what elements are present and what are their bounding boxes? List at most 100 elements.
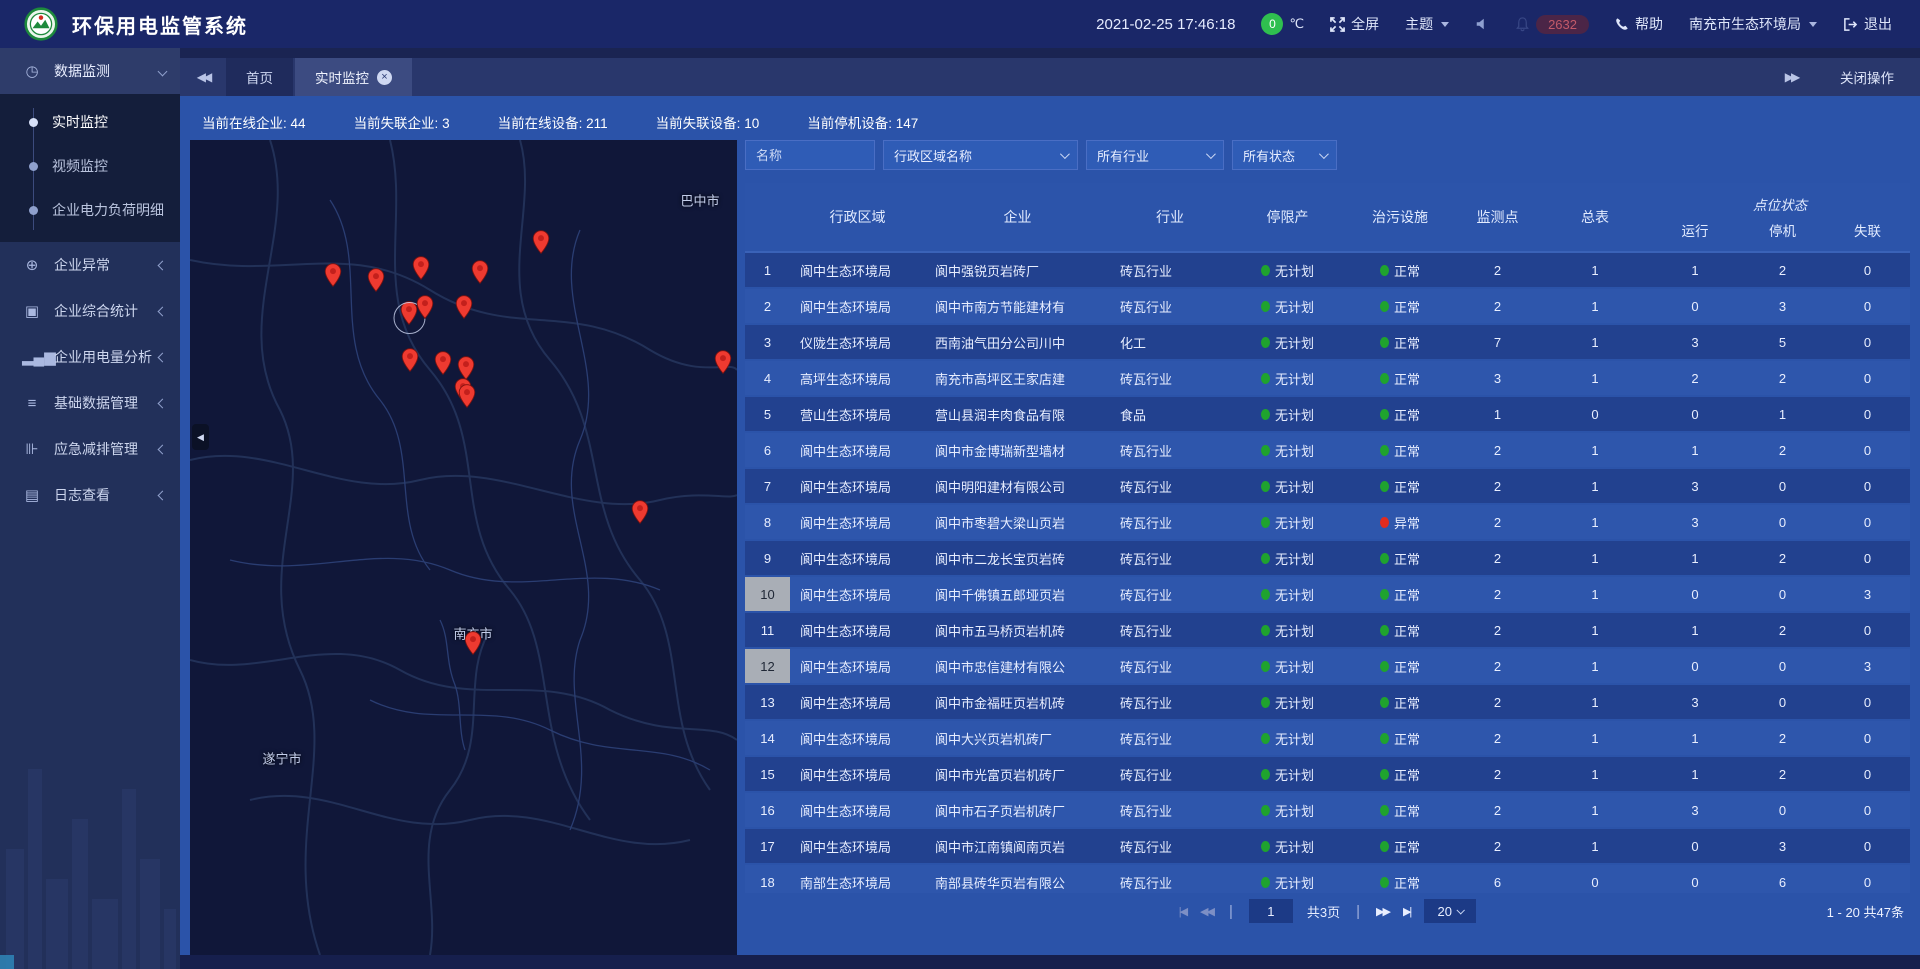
sidebar-item-video-monitor[interactable]: 视频监控 bbox=[0, 144, 180, 188]
map-pin[interactable] bbox=[325, 263, 342, 292]
app-logo-icon bbox=[24, 7, 58, 41]
sidebar-item-realtime-monitor[interactable]: 实时监控 bbox=[0, 100, 180, 144]
prev-page-button[interactable]: ◀◀ bbox=[1200, 905, 1213, 918]
cell-industry: 砖瓦行业 bbox=[1110, 829, 1230, 863]
notification-bell[interactable]: 2632 bbox=[1515, 15, 1589, 34]
table-row[interactable]: 8 阆中生态环境局 阆中市枣碧大梁山页岩 砖瓦行业 无计划 异常 2 1 3 0… bbox=[745, 505, 1910, 539]
tab-realtime-monitor[interactable]: 实时监控 × bbox=[295, 58, 412, 96]
facility-status-dot bbox=[1380, 805, 1389, 816]
tab-home[interactable]: 首页 bbox=[226, 58, 293, 96]
sidebar-item-data-monitor[interactable]: ◷ 数据监测 bbox=[0, 48, 180, 94]
sidebar-item-log-view[interactable]: ▤ 日志查看 bbox=[0, 472, 180, 518]
map-pin[interactable] bbox=[632, 500, 649, 529]
status-select[interactable]: 所有状态 bbox=[1232, 140, 1337, 170]
row-index: 5 bbox=[745, 397, 790, 431]
table-row[interactable]: 10 阆中生态环境局 阆中千佛镇五郎垭页岩 砖瓦行业 无计划 正常 2 1 0 … bbox=[745, 577, 1910, 611]
cell-run: 1 bbox=[1650, 757, 1740, 791]
cell-limit: 无计划 bbox=[1230, 613, 1345, 647]
limit-status-dot bbox=[1261, 877, 1270, 888]
map-pin[interactable] bbox=[402, 348, 419, 377]
cell-region: 阆中生态环境局 bbox=[790, 649, 925, 683]
page-size-select[interactable]: 20 bbox=[1424, 899, 1476, 923]
cell-stop: 0 bbox=[1740, 577, 1825, 611]
cell-industry: 化工 bbox=[1110, 325, 1230, 359]
map-pin[interactable] bbox=[413, 256, 430, 285]
industry-select[interactable]: 所有行业 bbox=[1086, 140, 1224, 170]
cell-points: 2 bbox=[1455, 541, 1540, 575]
table-row[interactable]: 9 阆中生态环境局 阆中市二龙长宝页岩砖 砖瓦行业 无计划 正常 2 1 1 2… bbox=[745, 541, 1910, 575]
table-row[interactable]: 18 南部生态环境局 南部县砖华页岩有限公 砖瓦行业 无计划 正常 6 0 0 … bbox=[745, 865, 1910, 893]
cell-stop: 0 bbox=[1740, 649, 1825, 683]
table-row[interactable]: 2 阆中生态环境局 阆中市南方节能建材有 砖瓦行业 无计划 正常 2 1 0 3… bbox=[745, 289, 1910, 323]
cell-company: 阆中市五马桥页岩机砖 bbox=[925, 613, 1110, 647]
table-row[interactable]: 6 阆中生态环境局 阆中市金博瑞新型墙材 砖瓦行业 无计划 正常 2 1 1 2… bbox=[745, 433, 1910, 467]
cell-stop: 3 bbox=[1740, 829, 1825, 863]
sidebar-item-enterprise-statistics[interactable]: ▣ 企业综合统计 bbox=[0, 288, 180, 334]
stat-lost-devices: 当前失联设备: 10 bbox=[656, 112, 760, 132]
fullscreen-button[interactable]: 全屏 bbox=[1330, 14, 1379, 34]
map-pin[interactable] bbox=[459, 384, 476, 413]
tabs-scroll-right-button[interactable]: ▶▶ bbox=[1768, 70, 1814, 84]
limit-status-dot bbox=[1261, 553, 1270, 564]
tabs-scroll-left-button[interactable]: ◀◀ bbox=[180, 58, 226, 96]
cell-run: 0 bbox=[1650, 865, 1740, 893]
cell-company: 阆中市南方节能建材有 bbox=[925, 289, 1110, 323]
speaker-muted-icon[interactable] bbox=[1475, 17, 1489, 31]
table-row[interactable]: 3 仪陇生态环境局 西南油气田分公司川中 化工 无计划 正常 7 1 3 5 0 bbox=[745, 325, 1910, 359]
sidebar-item-base-data-mgmt[interactable]: ≡ 基础数据管理 bbox=[0, 380, 180, 426]
filter-bar: 行政区域名称 所有行业 所有状态 bbox=[745, 140, 1910, 170]
map-pin[interactable] bbox=[472, 260, 489, 289]
tab-close-icon[interactable]: × bbox=[377, 70, 392, 85]
panel-collapse-handle[interactable]: ◀ bbox=[192, 424, 209, 450]
cell-meters: 1 bbox=[1540, 433, 1650, 467]
org-user-dropdown[interactable]: 南充市生态环境局 bbox=[1689, 14, 1817, 34]
fullscreen-icon bbox=[1330, 17, 1345, 32]
name-search-input[interactable] bbox=[745, 140, 875, 170]
table-row[interactable]: 1 阆中生态环境局 阆中强锐页岩砖厂 砖瓦行业 无计划 正常 2 1 1 2 0 bbox=[745, 253, 1910, 287]
help-button[interactable]: 帮助 bbox=[1615, 14, 1663, 34]
sidebar-item-emergency-reduction[interactable]: ⊪ 应急减排管理 bbox=[0, 426, 180, 472]
theme-dropdown[interactable]: 主题 bbox=[1405, 14, 1449, 34]
table-row[interactable]: 14 阆中生态环境局 阆中大兴页岩机砖厂 砖瓦行业 无计划 正常 2 1 1 2… bbox=[745, 721, 1910, 755]
close-operations-button[interactable]: 关闭操作 bbox=[1840, 67, 1894, 87]
map-pin[interactable] bbox=[465, 631, 482, 660]
table-row[interactable]: 12 阆中生态环境局 阆中市忠信建材有限公 砖瓦行业 无计划 正常 2 1 0 … bbox=[745, 649, 1910, 683]
sidebar-item-enterprise-abnormal[interactable]: ⊕ 企业异常 bbox=[0, 242, 180, 288]
limit-status-dot bbox=[1261, 373, 1270, 384]
table-row[interactable]: 4 高坪生态环境局 南充市高坪区王家店建 砖瓦行业 无计划 正常 3 1 2 2… bbox=[745, 361, 1910, 395]
table-row[interactable]: 11 阆中生态环境局 阆中市五马桥页岩机砖 砖瓦行业 无计划 正常 2 1 1 … bbox=[745, 613, 1910, 647]
limit-status-dot bbox=[1261, 805, 1270, 816]
row-index: 1 bbox=[745, 253, 790, 287]
next-page-button[interactable]: ▶▶ bbox=[1376, 905, 1389, 918]
cell-facility: 正常 bbox=[1345, 649, 1455, 683]
map-pin[interactable] bbox=[401, 301, 418, 330]
cell-region: 阆中生态环境局 bbox=[790, 541, 925, 575]
table-row[interactable]: 7 阆中生态环境局 阆中明阳建材有限公司 砖瓦行业 无计划 正常 2 1 3 0… bbox=[745, 469, 1910, 503]
last-page-button[interactable]: ▶| bbox=[1403, 905, 1410, 918]
layers-icon: ≡ bbox=[22, 395, 42, 412]
cell-limit: 无计划 bbox=[1230, 757, 1345, 791]
table-row[interactable]: 15 阆中生态环境局 阆中市光富页岩机砖厂 砖瓦行业 无计划 正常 2 1 1 … bbox=[745, 757, 1910, 791]
table-row[interactable]: 17 阆中生态环境局 阆中市江南镇阆南页岩 砖瓦行业 无计划 正常 2 1 0 … bbox=[745, 829, 1910, 863]
sidebar-item-power-usage-analysis[interactable]: ▂▄▆ 企业用电量分析 bbox=[0, 334, 180, 380]
region-select[interactable]: 行政区域名称 bbox=[883, 140, 1078, 170]
map-pin[interactable] bbox=[715, 350, 732, 379]
cell-region: 阆中生态环境局 bbox=[790, 793, 925, 827]
first-page-button[interactable]: |◀ bbox=[1179, 905, 1186, 918]
table-row[interactable]: 13 阆中生态环境局 阆中市金福旺页岩机砖 砖瓦行业 无计划 正常 2 1 3 … bbox=[745, 685, 1910, 719]
page-number-input[interactable]: 1 bbox=[1249, 899, 1293, 923]
table-row[interactable]: 16 阆中生态环境局 阆中市石子页岩机砖厂 砖瓦行业 无计划 正常 2 1 3 … bbox=[745, 793, 1910, 827]
sidebar-item-power-load-detail[interactable]: 企业电力负荷明细 bbox=[0, 188, 180, 232]
map-pin[interactable] bbox=[533, 230, 550, 259]
cell-region: 南部生态环境局 bbox=[790, 865, 925, 893]
exit-button[interactable]: 退出 bbox=[1843, 14, 1892, 34]
cell-points: 2 bbox=[1455, 649, 1540, 683]
cell-region: 营山生态环境局 bbox=[790, 397, 925, 431]
map-pin[interactable] bbox=[435, 351, 452, 380]
map-pin[interactable] bbox=[456, 295, 473, 324]
map-canvas[interactable]: 巴中市 南充市 遂宁市 ◀ bbox=[190, 140, 737, 955]
cell-run: 1 bbox=[1650, 721, 1740, 755]
map-pin[interactable] bbox=[368, 268, 385, 297]
map-pin[interactable] bbox=[417, 295, 434, 324]
table-row[interactable]: 5 营山生态环境局 营山县润丰肉食品有限 食品 无计划 正常 1 0 0 1 0 bbox=[745, 397, 1910, 431]
